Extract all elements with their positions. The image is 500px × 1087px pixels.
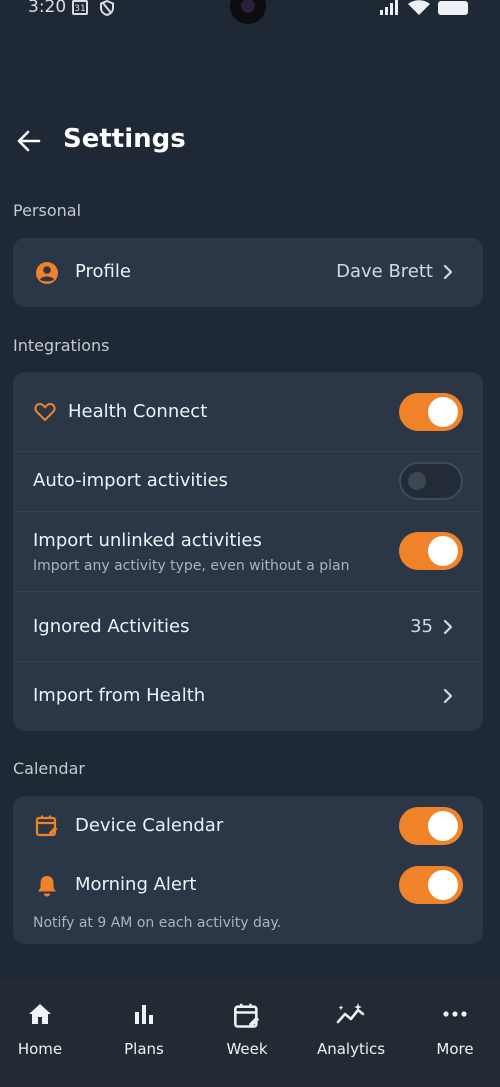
- section-label-integrations: Integrations: [13, 336, 110, 355]
- ignored-activities-count: 35: [410, 616, 433, 637]
- nav-label: Analytics: [316, 1040, 386, 1058]
- nav-label: Home: [17, 1040, 63, 1058]
- wifi-icon: [408, 0, 430, 15]
- section-label-personal: Personal: [13, 201, 82, 220]
- page-title: Settings: [63, 124, 186, 154]
- section-label-calendar: Calendar: [13, 759, 85, 778]
- import-unlinked-label: Import unlinked activities: [33, 530, 262, 551]
- battery-icon: [438, 0, 468, 15]
- nav-week[interactable]: Week: [197, 980, 297, 1087]
- chevron-right-icon: [443, 619, 453, 635]
- settings-screen: 3:20 31 Settings Personal Profile Dave B…: [0, 0, 500, 1087]
- signal-icon: [380, 0, 398, 15]
- ignored-activities-label: Ignored Activities: [33, 616, 190, 637]
- morning-alert-note: Notify at 9 AM on each activity day.: [33, 915, 282, 931]
- account-circle-icon: [36, 262, 58, 284]
- chevron-right-icon: [443, 264, 453, 280]
- auto-import-label: Auto-import activities: [33, 470, 228, 491]
- status-right-icons: [380, 0, 468, 15]
- calendar-edit-icon: [35, 815, 58, 837]
- nav-label: Week: [226, 1040, 268, 1058]
- device-calendar-toggle[interactable]: [399, 807, 463, 845]
- profile-value: Dave Brett: [336, 261, 433, 282]
- back-button[interactable]: [14, 126, 44, 156]
- chevron-right-icon: [443, 688, 453, 704]
- import-unlinked-toggle[interactable]: [399, 532, 463, 570]
- profile-label: Profile: [75, 261, 131, 282]
- heart-icon: [34, 403, 56, 421]
- health-connect-toggle[interactable]: [399, 393, 463, 431]
- health-connect-label: Health Connect: [68, 401, 208, 422]
- nav-plans[interactable]: Plans: [94, 980, 194, 1087]
- shield-icon: [100, 0, 114, 16]
- morning-alert-toggle[interactable]: [399, 866, 463, 904]
- morning-alert-label: Morning Alert: [75, 874, 197, 895]
- morning-alert-row: Morning Alert Notify at 9 AM on each act…: [13, 856, 483, 944]
- health-connect-row: Health Connect: [13, 372, 483, 452]
- calendar-status-icon: 31: [72, 0, 88, 15]
- analytics-icon: [336, 1003, 365, 1024]
- profile-row[interactable]: Profile Dave Brett: [13, 238, 483, 307]
- nav-more[interactable]: More: [405, 980, 500, 1087]
- auto-import-toggle[interactable]: [399, 462, 463, 500]
- import-unlinked-row: Import unlinked activities Import any ac…: [13, 512, 483, 592]
- calendar-edit-icon: [234, 1003, 260, 1028]
- bottom-nav: Home Plans Week Analytics More: [0, 980, 500, 1087]
- ignored-activities-row[interactable]: Ignored Activities 35: [13, 592, 483, 662]
- import-from-health-label: Import from Health: [33, 685, 206, 706]
- device-calendar-row: Device Calendar: [13, 796, 483, 856]
- front-camera: [230, 0, 266, 24]
- import-unlinked-sublabel: Import any activity type, even without a…: [33, 558, 350, 574]
- home-icon: [29, 1004, 51, 1024]
- device-calendar-label: Device Calendar: [75, 815, 224, 836]
- integrations-card: Health Connect Auto-import activities Im…: [13, 372, 483, 731]
- import-from-health-row[interactable]: Import from Health: [13, 662, 483, 731]
- status-bar: 3:20 31: [0, 0, 500, 24]
- nav-home[interactable]: Home: [0, 980, 90, 1087]
- status-time: 3:20: [28, 0, 67, 17]
- nav-analytics[interactable]: Analytics: [301, 980, 401, 1087]
- nav-label: Plans: [124, 1040, 164, 1058]
- calendar-card: Device Calendar Morning Alert Notify at …: [13, 796, 483, 944]
- auto-import-row: Auto-import activities: [13, 452, 483, 512]
- more-icon: [443, 1011, 467, 1017]
- bell-icon: [38, 876, 56, 897]
- nav-label: More: [436, 1040, 474, 1058]
- app-header: Settings: [0, 118, 500, 164]
- personal-card: Profile Dave Brett: [13, 238, 483, 307]
- bar-chart-icon: [135, 1005, 153, 1024]
- arrow-left-icon: [17, 130, 41, 152]
